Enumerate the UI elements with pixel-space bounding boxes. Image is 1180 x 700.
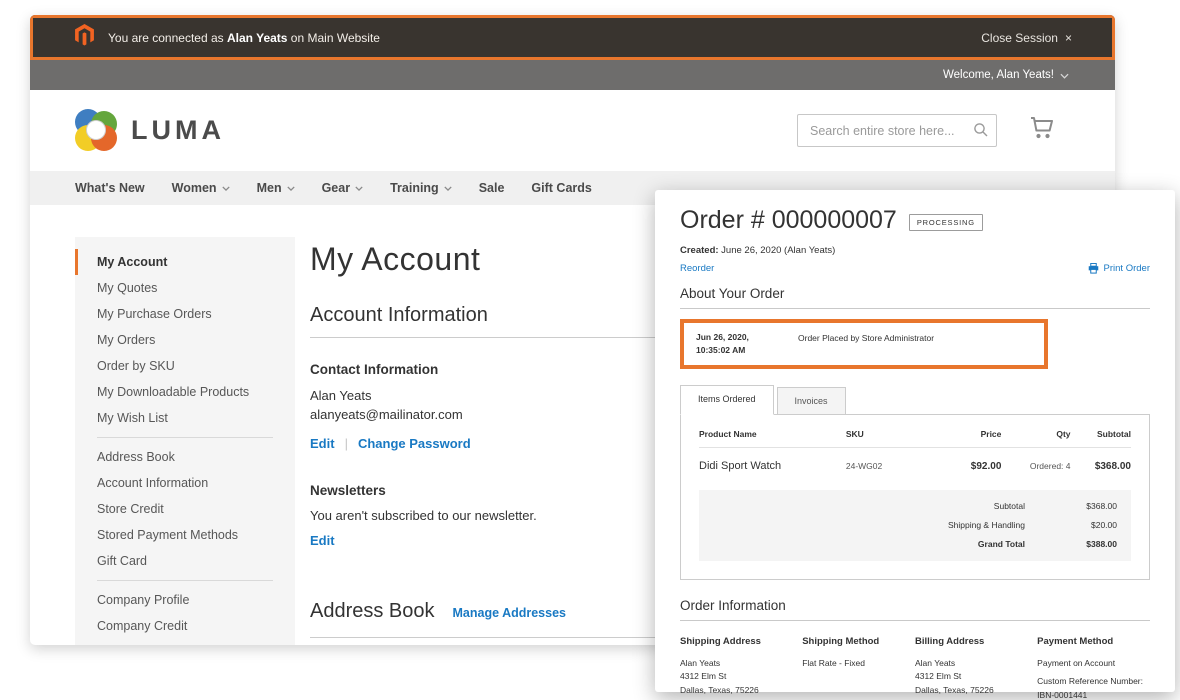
sidebar-item-my-wish-list[interactable]: My Wish List bbox=[75, 405, 295, 431]
edit-newsletter-link[interactable]: Edit bbox=[310, 533, 335, 548]
sidebar-item-company-profile[interactable]: Company Profile bbox=[75, 587, 295, 613]
tab-invoices[interactable]: Invoices bbox=[776, 387, 846, 415]
chevron-down-icon bbox=[355, 186, 363, 191]
close-icon[interactable]: × bbox=[1065, 31, 1072, 45]
sidebar-divider bbox=[97, 580, 273, 581]
sidebar-item-gift-card[interactable]: Gift Card bbox=[75, 548, 295, 574]
search-box bbox=[797, 114, 997, 147]
sidebar-item-my-purchase-orders[interactable]: My Purchase Orders bbox=[75, 301, 295, 327]
welcome-user-dropdown[interactable]: Welcome, Alan Yeats! bbox=[943, 69, 1054, 81]
sidebar-item-my-downloadable-products[interactable]: My Downloadable Products bbox=[75, 379, 295, 405]
price-cell: $92.00 bbox=[970, 461, 1002, 473]
print-order-link[interactable]: Print Order bbox=[1088, 263, 1150, 274]
order-title: Order # 000000007 bbox=[680, 206, 897, 234]
site-header: LUMA bbox=[30, 90, 1115, 171]
order-information-heading: Order Information bbox=[680, 598, 1150, 622]
sidebar-item-address-book[interactable]: Address Book bbox=[75, 444, 295, 470]
admin-session-message-wrap: You are connected as Alan Yeats on Main … bbox=[33, 24, 981, 51]
reorder-link[interactable]: Reorder bbox=[680, 263, 714, 274]
luma-logo-icon bbox=[74, 108, 118, 152]
cart-icon[interactable] bbox=[1029, 116, 1055, 145]
change-password-link[interactable]: Change Password bbox=[358, 436, 471, 451]
sidebar-item-store-credit[interactable]: Store Credit bbox=[75, 496, 295, 522]
order-history-date: Jun 26, 2020, 10:35:02 AM bbox=[696, 332, 749, 356]
order-totals: Subtotal $368.00 Shipping & Handling $20… bbox=[699, 490, 1131, 562]
welcome-bar: Welcome, Alan Yeats! bbox=[30, 60, 1115, 90]
order-history-comment: Order Placed by Store Administrator bbox=[798, 333, 935, 343]
sidebar-item-order-by-sku[interactable]: Order by SKU bbox=[75, 353, 295, 379]
qty-cell: Ordered: 4 bbox=[1029, 461, 1071, 472]
shipping-address-heading: Shipping Address bbox=[680, 636, 761, 648]
nav-item-women[interactable]: Women bbox=[172, 181, 230, 195]
connected-user-name: Alan Yeats bbox=[226, 30, 288, 45]
billing-address-heading: Billing Address bbox=[914, 636, 985, 648]
nav-item-training[interactable]: Training bbox=[390, 181, 452, 195]
link-divider: | bbox=[344, 435, 348, 451]
shipping-address-block: Shipping Address Alan Yeats 4312 Elm St … bbox=[680, 634, 802, 700]
chevron-down-icon bbox=[1060, 73, 1069, 79]
subtotal-row: Subtotal $368.00 bbox=[993, 501, 1117, 512]
nav-item-men[interactable]: Men bbox=[257, 181, 295, 195]
payment-method-block: Payment Method Payment on Account Custom… bbox=[1037, 634, 1150, 700]
about-your-order-heading: About Your Order bbox=[680, 286, 1150, 309]
product-name-cell: Didi Sport Watch bbox=[699, 460, 782, 473]
screenshot-stage: You are connected as Alan Yeats on Main … bbox=[0, 0, 1180, 700]
address-book-heading: Address Book bbox=[310, 599, 435, 622]
order-history-highlight: Jun 26, 2020, 10:35:02 AM Order Placed by… bbox=[680, 319, 1048, 370]
sidebar-item-my-orders[interactable]: My Orders bbox=[75, 327, 295, 353]
sidebar-divider bbox=[97, 437, 273, 438]
sidebar-item-stored-payment-methods[interactable]: Stored Payment Methods bbox=[75, 522, 295, 548]
items-table-header: Product Name SKU Price Qty Subtotal bbox=[699, 429, 1131, 449]
shipping-method-heading: Shipping Method bbox=[802, 636, 880, 648]
chevron-down-icon bbox=[221, 186, 230, 191]
shipping-handling-row: Shipping & Handling $20.00 bbox=[947, 520, 1117, 531]
close-session-label: Close Session bbox=[981, 30, 1058, 45]
nav-item-gear[interactable]: Gear bbox=[322, 181, 364, 195]
magento-logo-icon bbox=[75, 24, 94, 51]
order-tabs: Items Ordered Invoices bbox=[680, 385, 1150, 416]
chevron-down-icon bbox=[286, 186, 295, 191]
nav-item-gift-cards[interactable]: Gift Cards bbox=[531, 181, 591, 195]
order-information-columns: Shipping Address Alan Yeats 4312 Elm St … bbox=[680, 634, 1150, 700]
table-row: Didi Sport Watch 24-WG02 $92.00 Ordered:… bbox=[699, 448, 1131, 486]
sidebar-item-account-information[interactable]: Account Information bbox=[75, 470, 295, 496]
order-status-badge: PROCESSING bbox=[908, 213, 983, 231]
luma-logo[interactable]: LUMA bbox=[74, 108, 225, 152]
sidebar-item-my-account[interactable]: My Account bbox=[75, 249, 295, 275]
luma-logo-text: LUMA bbox=[131, 114, 225, 145]
shipping-method-block: Shipping Method Flat Rate - Fixed bbox=[802, 634, 915, 700]
order-detail-card: Order # 000000007 PROCESSING Created: Ju… bbox=[655, 190, 1175, 700]
chevron-down-icon bbox=[444, 186, 452, 191]
search-icon[interactable] bbox=[973, 122, 989, 143]
printer-icon bbox=[1088, 263, 1098, 274]
items-ordered-panel: Product Name SKU Price Qty Subtotal Didi… bbox=[680, 414, 1150, 581]
subtotal-cell: $368.00 bbox=[1094, 461, 1131, 473]
search-input[interactable] bbox=[797, 114, 997, 147]
admin-session-bar: You are connected as Alan Yeats on Main … bbox=[30, 15, 1115, 60]
grand-total-row: Grand Total $388.00 bbox=[977, 539, 1117, 550]
close-session-button[interactable]: Close Session × bbox=[981, 31, 1112, 45]
tab-items-ordered[interactable]: Items Ordered bbox=[680, 385, 774, 416]
order-created-line: Created: June 26, 2020 (Alan Yeats) bbox=[680, 245, 836, 256]
payment-method-heading: Payment Method bbox=[1037, 636, 1114, 648]
connected-as-message: You are connected as Alan Yeats on Main … bbox=[108, 30, 380, 45]
nav-item-whats-new[interactable]: What's New bbox=[75, 181, 145, 195]
account-sidebar: My Account My Quotes My Purchase Orders … bbox=[75, 237, 295, 645]
sidebar-item-my-quotes[interactable]: My Quotes bbox=[75, 275, 295, 301]
billing-address-block: Billing Address Alan Yeats 4312 Elm St D… bbox=[915, 634, 1037, 700]
manage-addresses-link[interactable]: Manage Addresses bbox=[453, 606, 566, 620]
edit-contact-link[interactable]: Edit bbox=[310, 436, 335, 451]
nav-item-sale[interactable]: Sale bbox=[479, 181, 505, 195]
sku-cell: 24-WG02 bbox=[845, 461, 883, 472]
sidebar-item-company-credit[interactable]: Company Credit bbox=[75, 613, 295, 639]
